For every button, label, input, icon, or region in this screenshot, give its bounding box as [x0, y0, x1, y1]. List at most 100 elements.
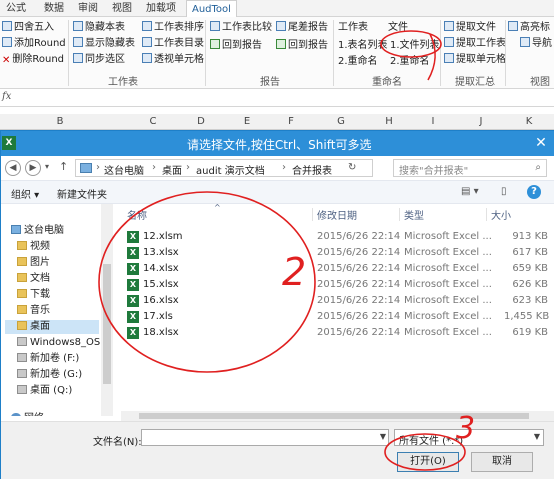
tree-videos[interactable]: 视频: [17, 240, 50, 254]
search-icon[interactable]: ⌕: [535, 162, 541, 173]
highlight-button[interactable]: 高亮标: [508, 21, 550, 35]
cancel-button[interactable]: 取消: [471, 452, 533, 472]
column-header[interactable]: C: [138, 114, 168, 130]
tab-addins[interactable]: 加载项: [146, 0, 176, 17]
file-list-button[interactable]: 1.文件列表: [390, 39, 440, 53]
file-list-scrollbar[interactable]: [121, 411, 554, 421]
pivot-cell-button[interactable]: 透视单元格: [142, 53, 204, 67]
extract-cell-button[interactable]: 提取单元格: [444, 53, 506, 67]
column-header[interactable]: G: [326, 114, 356, 130]
scrollbar-thumb[interactable]: [103, 264, 111, 384]
file-row[interactable]: X 14.xlsx 2015/6/26 22:14 Microsoft Excel .…: [114, 261, 554, 277]
breadcrumb-desktop[interactable]: 桌面: [162, 162, 182, 177]
file-row[interactable]: X 16.xlsx 2015/6/26 22:14 Microsoft Excel .…: [114, 293, 554, 309]
column-name[interactable]: 名称: [127, 207, 147, 222]
refresh-icon[interactable]: ↻: [348, 162, 356, 173]
tree-vol-g[interactable]: 新加卷 (G:): [17, 368, 82, 382]
tab-data[interactable]: 数据: [44, 0, 64, 17]
column-header[interactable]: K: [514, 114, 544, 130]
add-round-button[interactable]: 添加Round: [2, 37, 66, 51]
file-row[interactable]: X 15.xlsx 2015/6/26 22:14 Microsoft Excel .…: [114, 277, 554, 293]
divider: [333, 20, 334, 86]
column-header[interactable]: H: [374, 114, 404, 130]
rename1-button[interactable]: 2.重命名: [338, 55, 378, 69]
filename-input[interactable]: ▼: [141, 429, 389, 446]
tab-review[interactable]: 审阅: [78, 0, 98, 17]
tab-formulas[interactable]: 公式: [6, 0, 26, 17]
tree-music[interactable]: 音乐: [17, 304, 50, 318]
column-header[interactable]: D: [186, 114, 216, 130]
search-box[interactable]: 搜索"合并报表" ⌕: [393, 159, 547, 177]
forward-button[interactable]: ▶: [25, 160, 41, 176]
column-header[interactable]: J: [466, 114, 496, 130]
sync-select-button[interactable]: 同步选区: [73, 53, 125, 67]
breadcrumb-this-pc[interactable]: 这台电脑: [104, 162, 144, 177]
chevron-down-icon[interactable]: ▼: [380, 432, 386, 441]
round4-button[interactable]: 四舍五入: [2, 21, 54, 35]
address-bar[interactable]: › 这台电脑 › 桌面 › audit 演示文档 › 合并报表 ↻: [75, 159, 373, 177]
help-icon[interactable]: ?: [527, 185, 541, 199]
sheet-compare-button[interactable]: 工作表比较: [210, 21, 272, 35]
tree-network[interactable]: 网络: [11, 412, 44, 416]
tree-win8[interactable]: Windows8_OS (C: [17, 336, 112, 350]
nav-pane-scrollbar[interactable]: [101, 204, 113, 416]
hide-sheet-button[interactable]: 隐藏本表: [73, 21, 125, 35]
file-row[interactable]: X 12.xlsm 2015/6/26 22:14 Microsoft Excel .…: [114, 229, 554, 245]
tree-desktop[interactable]: 桌面: [5, 320, 99, 334]
new-folder-button[interactable]: 新建文件夹: [57, 186, 107, 201]
breadcrumb-audit[interactable]: audit 演示文档: [196, 162, 265, 177]
divider: [440, 20, 441, 86]
filetype-select[interactable]: 所有文件 (*.*) ▼: [394, 429, 544, 447]
column-size[interactable]: 大小: [491, 207, 511, 222]
chevron-down-icon[interactable]: ▼: [534, 432, 540, 441]
file-row[interactable]: X 13.xlsx 2015/6/26 22:14 Microsoft Excel .…: [114, 245, 554, 261]
tree-downloads[interactable]: 下载: [17, 288, 50, 302]
tail-report-button[interactable]: 尾差报告: [276, 21, 328, 35]
tree-desk-q[interactable]: 桌面 (Q:): [17, 384, 72, 398]
history-dropdown-icon[interactable]: ▾: [45, 162, 49, 171]
file-row[interactable]: X 17.xls 2015/6/26 22:14 Microsoft Excel ..…: [114, 309, 554, 325]
delete-icon: ✕: [2, 55, 11, 66]
show-hidden-button[interactable]: 显示隐藏表: [73, 37, 135, 51]
tree-this-pc[interactable]: 这台电脑: [11, 224, 64, 238]
file-row[interactable]: X 18.xlsx 2015/6/26 22:14 Microsoft Excel .…: [114, 325, 554, 341]
back-button[interactable]: ◀: [5, 160, 21, 176]
open-button[interactable]: 打开(O): [397, 452, 459, 472]
extract-file-button[interactable]: 提取文件: [444, 21, 496, 35]
nav-button[interactable]: 导航: [520, 37, 552, 51]
ribbon: 四舍五入 添加Round ✕ 删除Round 隐藏本表 显示隐藏表 同步选区 工作…: [0, 17, 554, 89]
column-header[interactable]: I: [418, 114, 448, 130]
chevron-right-icon: ›: [152, 162, 156, 173]
tab-view[interactable]: 视图: [112, 0, 132, 17]
del-round-button[interactable]: ✕ 删除Round: [2, 53, 64, 67]
back-report2-button[interactable]: 回到报告: [276, 39, 328, 53]
sheet-dir-button[interactable]: 工作表目录: [142, 37, 204, 51]
column-header[interactable]: B: [45, 114, 75, 130]
organize-button[interactable]: 组织 ▾: [11, 186, 39, 201]
column-date[interactable]: 修改日期: [317, 207, 357, 222]
back-report-button[interactable]: 回到报告: [210, 39, 262, 53]
drive-icon: [17, 385, 27, 394]
search-input[interactable]: 搜索"合并报表": [399, 162, 468, 177]
tab-audtool[interactable]: AudTool: [186, 0, 237, 17]
up-arrow-icon[interactable]: ↑: [59, 160, 68, 173]
column-header[interactable]: F: [276, 114, 306, 130]
rename2-button[interactable]: 2.重命名: [390, 55, 430, 69]
close-icon[interactable]: ✕: [531, 133, 551, 153]
dialog-title-bar[interactable]: X 请选择文件,按住Ctrl、Shift可多选 ✕: [1, 131, 554, 156]
preview-pane-icon[interactable]: ▯: [501, 186, 507, 197]
tree-vol-f[interactable]: 新加卷 (F:): [17, 352, 79, 366]
extract-sheet-button[interactable]: 提取工作表: [444, 37, 506, 51]
scrollbar-thumb[interactable]: [139, 413, 529, 419]
tree-documents[interactable]: 文档: [17, 272, 50, 286]
computer-icon: [11, 225, 21, 234]
tree-pictures[interactable]: 图片: [17, 256, 50, 270]
excel-file-icon: X: [127, 263, 139, 275]
formula-bar[interactable]: fx: [0, 89, 554, 107]
column-header[interactable]: E: [232, 114, 262, 130]
breadcrumb-merge[interactable]: 合并报表: [292, 162, 332, 177]
table-list-button[interactable]: 1.表名列表: [338, 39, 388, 53]
sheet-sort-button[interactable]: 工作表排序: [142, 21, 204, 35]
view-options-icon[interactable]: ▤ ▾: [461, 186, 479, 197]
column-type[interactable]: 类型: [404, 207, 424, 222]
